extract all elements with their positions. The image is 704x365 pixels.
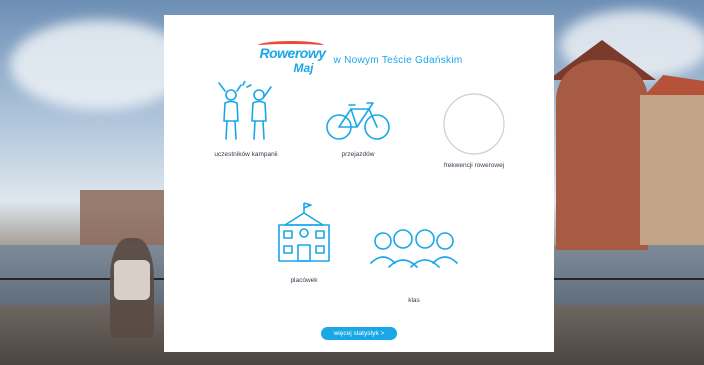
stat-classes: klas — [364, 223, 464, 304]
group-of-people-icon — [370, 229, 458, 268]
turnout-circle-icon — [443, 93, 505, 155]
rides-label: przejazdów — [341, 151, 375, 158]
stat-turnout: frekwencji rowerowej — [422, 92, 526, 169]
cloud — [10, 20, 190, 110]
school-building-icon — [278, 202, 330, 262]
house — [640, 95, 704, 245]
campaign-logo[interactable]: Rowerowy Maj — [256, 41, 328, 79]
woman-shirt — [114, 260, 150, 300]
stat-rides: przejazdów — [310, 95, 406, 158]
more-stats-button[interactable]: więcej statystyk > — [321, 327, 397, 340]
schools-label: placówek — [290, 277, 318, 284]
city-buildings — [80, 190, 170, 245]
turnout-label: frekwencji rowerowej — [443, 162, 505, 169]
classes-label: klas — [408, 297, 420, 304]
stats-panel: Rowerowy Maj w Nowym Teście Gdańskim ucz… — [164, 15, 554, 352]
panel-header: Rowerowy Maj w Nowym Teście Gdańskim — [164, 40, 554, 80]
participants-label: uczestników kampanii — [214, 151, 278, 158]
header-subtitle: w Nowym Teście Gdańskim — [333, 54, 463, 66]
stat-schools: placówek — [264, 201, 344, 284]
brick-tower — [556, 60, 648, 250]
people-waving-icon — [218, 81, 272, 140]
logo-line1: Rowerowy — [259, 45, 327, 61]
bicycle-icon — [326, 102, 390, 140]
stat-participants: uczestników kampanii — [194, 81, 298, 158]
logo-line2: Maj — [293, 61, 314, 75]
